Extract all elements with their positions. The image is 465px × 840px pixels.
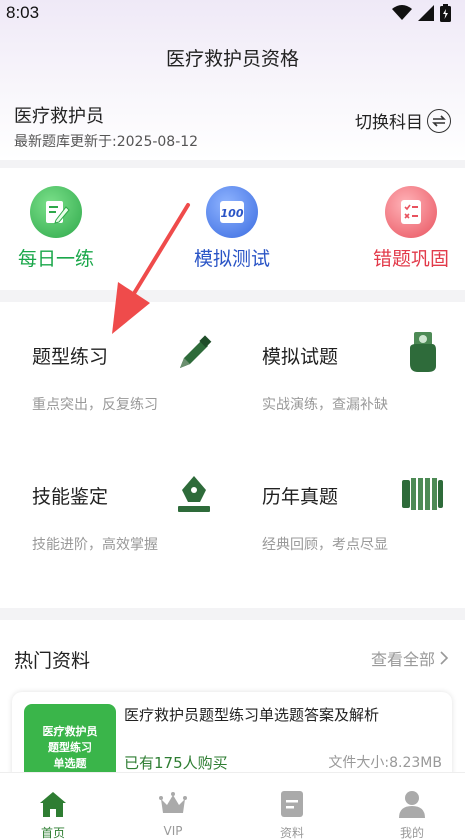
edit-note-icon [30,186,82,238]
nav-label: 我的 [399,826,424,840]
wifi-icon [392,5,412,20]
wrong-question-label: 错题巩固 [372,248,449,270]
grid-title: 历年真题 [262,486,339,508]
score-100-icon: 100 [206,186,258,238]
user-icon [399,791,425,818]
question-type-practice-card[interactable]: 题型练习 重点突出，反复练习 [32,335,252,472]
svg-text:100: 100 [221,207,244,220]
switch-subject-button[interactable]: 切换科目 [355,108,451,133]
swap-icon [427,108,451,133]
thumb-line: 医疗救护员 [42,725,98,738]
resource-size: 文件大小:8.23MB [328,755,442,771]
mock-exam-card[interactable]: 模拟试题 实战演练，查漏补缺 [262,332,465,472]
hand-card-icon [410,332,436,372]
grid-title: 模拟试题 [262,346,339,368]
resource-thumbnail: 医疗救护员 题型练习 单选题 [24,704,116,782]
thumb-line: 题型练习 [48,741,92,754]
skill-assessment-card[interactable]: 技能鉴定 技能进阶，高效掌握 [32,476,252,612]
subject-update-text: 最新题库更新于:2025-08-12 [14,134,199,150]
resource-buyers: 已有175人购买 [124,754,228,772]
crown-icon [159,792,187,813]
practice-grid: 题型练习 重点突出，反复练习 模拟试题 实战演练，查漏补缺 技能鉴定 技能进阶，… [0,302,465,608]
grid-title: 技能鉴定 [32,486,109,508]
battery-icon [440,4,451,22]
bottom-nav: 首页 VIP 资料 我的 [0,772,465,840]
daily-practice-button[interactable]: 每日一练 [0,186,116,271]
nav-vip[interactable]: VIP [133,789,213,838]
status-icons [392,4,451,22]
view-all-link[interactable]: 查看全部 [371,646,449,670]
status-time: 8:03 [6,3,40,22]
grid-subtitle: 重点突出，反复练习 [32,397,158,413]
nav-resources[interactable]: 资料 [252,789,332,840]
hot-resources-title: 热门资料 [14,650,91,672]
home-icon [40,792,66,817]
nav-label: 首页 [40,826,65,840]
mock-test-button[interactable]: 100 模拟测试 [172,186,292,271]
quick-actions: 每日一练 100 模拟测试 错题巩固 [0,168,465,290]
resource-card[interactable]: 医疗救护员 题型练习 单选题 医疗救护员题型练习单选题答案及解析 已有175人购… [12,692,452,782]
mock-test-label: 模拟测试 [193,248,270,270]
wrong-question-button[interactable]: 错题巩固 [351,186,465,271]
nav-home[interactable]: 首页 [13,789,93,840]
signal-icon [418,5,434,21]
nav-label: VIP [163,824,183,838]
page-title: 医疗救护员资格 [165,48,299,70]
daily-practice-label: 每日一练 [17,248,94,270]
pen-nib-icon [178,476,210,512]
grid-subtitle: 实战演练，查漏补缺 [262,397,388,413]
chevron-right-icon [440,651,449,665]
thumb-line: 单选题 [53,757,87,770]
nav-profile[interactable]: 我的 [372,789,452,840]
view-all-label: 查看全部 [370,650,435,669]
status-bar: 8:03 [0,0,465,26]
resource-title: 医疗救护员题型练习单选题答案及解析 [124,706,380,724]
scroll-icon [402,478,443,510]
grid-subtitle: 经典回顾，考点尽显 [262,537,388,553]
hot-resources-section: 热门资料 查看全部 医疗救护员 题型练习 单选题 医疗救护员题型练习单选题答案及… [0,620,465,782]
grid-title: 题型练习 [32,346,109,368]
checklist-icon [385,186,437,238]
switch-subject-label: 切换科目 [355,113,423,133]
subject-bar: 医疗救护员 最新题库更新于:2025-08-12 切换科目 [0,92,465,160]
nav-label: 资料 [279,826,304,840]
past-exams-card[interactable]: 历年真题 经典回顾，考点尽显 [262,478,465,612]
grid-subtitle: 技能进阶，高效掌握 [32,537,158,553]
document-icon [281,791,303,817]
pencil-icon [180,335,212,368]
